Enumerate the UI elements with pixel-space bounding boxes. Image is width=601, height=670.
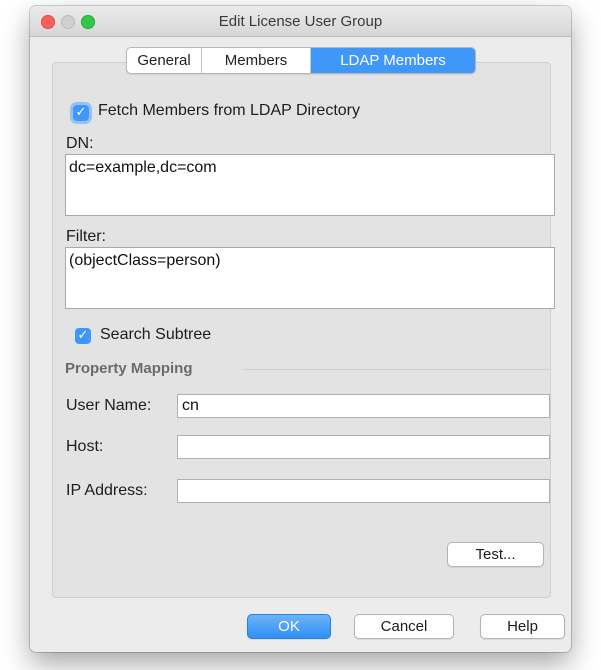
tab-ldap-members[interactable]: LDAP Members [311, 48, 475, 73]
cancel-button[interactable]: Cancel [354, 614, 454, 639]
tab-members[interactable]: Members [202, 48, 311, 73]
checkmark-icon: ✓ [75, 105, 87, 120]
user-name-label: User Name: [66, 397, 152, 414]
search-subtree-checkbox[interactable]: ✓ [75, 328, 91, 344]
property-mapping-heading: Property Mapping [65, 360, 193, 377]
host-field[interactable] [177, 435, 550, 459]
ip-address-field[interactable] [177, 479, 550, 503]
checkmark-icon: ✓ [77, 328, 89, 343]
filter-label: Filter: [66, 228, 106, 245]
fetch-members-label[interactable]: Fetch Members from LDAP Directory [98, 102, 360, 120]
tab-bar: General Members LDAP Members [126, 47, 476, 74]
help-button[interactable]: Help [480, 614, 565, 639]
title-bar[interactable]: Edit License User Group [30, 6, 571, 37]
dn-label: DN: [66, 135, 94, 152]
dn-textarea[interactable]: dc=example,dc=com [65, 154, 555, 216]
search-subtree-label[interactable]: Search Subtree [100, 326, 211, 344]
section-divider [243, 369, 549, 370]
test-button[interactable]: Test... [447, 542, 544, 567]
window-title: Edit License User Group [218, 13, 383, 30]
ok-button[interactable]: OK [247, 614, 331, 639]
ip-address-label: IP Address: [66, 482, 148, 499]
tab-general[interactable]: General [127, 48, 202, 73]
fetch-members-checkbox[interactable]: ✓ [73, 105, 89, 121]
dialog-window: Edit License User Group General Members … [30, 6, 571, 652]
filter-textarea[interactable]: (objectClass=person) [65, 247, 555, 309]
host-label: Host: [66, 438, 104, 455]
user-name-field[interactable]: cn [177, 394, 550, 418]
